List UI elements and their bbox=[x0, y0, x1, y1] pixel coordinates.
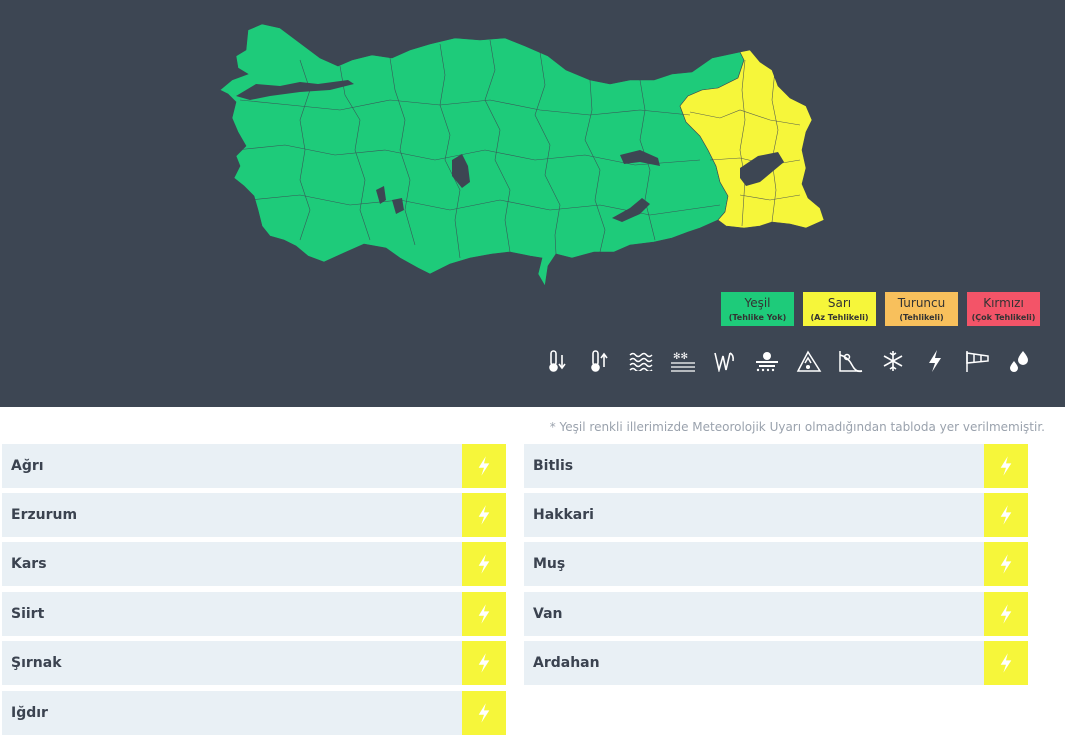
lightning-icon[interactable] bbox=[916, 345, 953, 377]
snow-icon[interactable] bbox=[874, 345, 911, 377]
lightning-icon bbox=[478, 653, 490, 673]
legend-orange: Turuncu (Tehlikeli) bbox=[885, 292, 958, 326]
warning-badge bbox=[984, 641, 1028, 685]
lightning-icon bbox=[1000, 505, 1012, 525]
legend-label: Yeşil bbox=[744, 295, 771, 310]
warning-badge bbox=[462, 691, 506, 735]
cold-icon[interactable] bbox=[538, 345, 575, 377]
avalanche-icon[interactable] bbox=[790, 345, 827, 377]
warning-badge bbox=[462, 641, 506, 685]
lightning-icon bbox=[1000, 554, 1012, 574]
table-row[interactable]: Ardahan bbox=[524, 641, 1028, 685]
windsock-icon[interactable] bbox=[958, 345, 995, 377]
landslide-icon[interactable] bbox=[832, 345, 869, 377]
province-name: Ağrı bbox=[11, 458, 44, 474]
wind-icon[interactable] bbox=[706, 345, 743, 377]
table-row[interactable]: Şırnak bbox=[2, 641, 506, 685]
province-name: Siirt bbox=[11, 606, 45, 622]
lightning-icon bbox=[1000, 653, 1012, 673]
table-row[interactable]: Hakkari bbox=[524, 493, 1028, 537]
region-green bbox=[219, 23, 745, 287]
wave-icon[interactable] bbox=[622, 345, 659, 377]
province-name: Muş bbox=[533, 556, 566, 572]
province-name: Erzurum bbox=[11, 507, 78, 523]
warning-badge bbox=[462, 592, 506, 636]
province-name: Iğdır bbox=[11, 705, 48, 721]
lightning-icon bbox=[1000, 604, 1012, 624]
info-note: * Yeşil renkli illerimizde Meteorolojik … bbox=[549, 420, 1045, 434]
province-name: Kars bbox=[11, 556, 47, 572]
table-row[interactable]: Erzurum bbox=[2, 493, 506, 537]
warning-badge bbox=[462, 493, 506, 537]
table-row[interactable]: Bitlis bbox=[524, 444, 1028, 488]
hazard-icons: ✻✻ bbox=[538, 345, 1037, 377]
legend-sub: (Çok Tehlikeli) bbox=[971, 312, 1036, 322]
province-name: Van bbox=[533, 606, 563, 622]
legend-label: Turuncu bbox=[897, 295, 946, 310]
legend-sub: (Tehlike Yok) bbox=[728, 312, 787, 322]
lightning-icon bbox=[478, 505, 490, 525]
map-panel: Yeşil (Tehlike Yok) Sarı (Az Tehlikeli) … bbox=[0, 0, 1065, 407]
rain-icon[interactable] bbox=[1000, 345, 1037, 377]
fog-icon[interactable] bbox=[748, 345, 785, 377]
lightning-icon bbox=[478, 703, 490, 723]
province-name: Ardahan bbox=[533, 655, 600, 671]
legend-red: Kırmızı (Çok Tehlikeli) bbox=[967, 292, 1040, 326]
lightning-icon bbox=[478, 604, 490, 624]
table-row[interactable]: Van bbox=[524, 592, 1028, 636]
warning-badge bbox=[462, 542, 506, 586]
province-name: Şırnak bbox=[11, 655, 62, 671]
table-row[interactable]: Siirt bbox=[2, 592, 506, 636]
frost-icon[interactable]: ✻✻ bbox=[664, 345, 701, 377]
warning-badge bbox=[984, 493, 1028, 537]
table-row[interactable]: Iğdır bbox=[2, 691, 506, 735]
province-name: Bitlis bbox=[533, 458, 574, 474]
lightning-icon bbox=[1000, 456, 1012, 476]
legend-yellow: Sarı (Az Tehlikeli) bbox=[803, 292, 876, 326]
warning-badge bbox=[984, 542, 1028, 586]
legend-green: Yeşil (Tehlike Yok) bbox=[721, 292, 794, 326]
province-name: Hakkari bbox=[533, 507, 594, 523]
legend-label: Kırmızı bbox=[983, 295, 1024, 310]
legend-sub: (Az Tehlikeli) bbox=[810, 312, 869, 322]
table-row[interactable]: Muş bbox=[524, 542, 1028, 586]
heat-icon[interactable] bbox=[580, 345, 617, 377]
warning-badge bbox=[984, 444, 1028, 488]
warning-badge bbox=[462, 444, 506, 488]
lightning-icon bbox=[478, 456, 490, 476]
table-row[interactable]: Kars bbox=[2, 542, 506, 586]
legend-label: Sarı bbox=[827, 295, 852, 310]
svg-text:✻✻: ✻✻ bbox=[673, 352, 688, 362]
legend-sub: (Tehlikeli) bbox=[899, 312, 944, 322]
lightning-icon bbox=[478, 554, 490, 574]
warning-badge bbox=[984, 592, 1028, 636]
legend: Yeşil (Tehlike Yok) Sarı (Az Tehlikeli) … bbox=[721, 292, 1040, 326]
table-row[interactable]: Ağrı bbox=[2, 444, 506, 488]
